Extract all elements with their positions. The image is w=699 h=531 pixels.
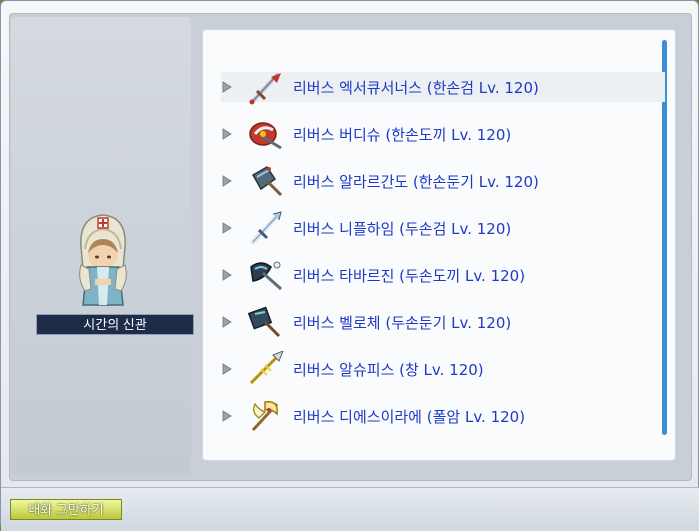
end-chat-button[interactable]: 대화 그만하기 — [10, 499, 122, 520]
option-row-reverse-diesirae[interactable]: 리버스 디에스이라에 (폴암 Lv. 120) — [221, 401, 665, 432]
bullet-arrow-icon — [221, 81, 233, 93]
bullet-arrow-icon — [221, 269, 233, 281]
bullet-arrow-icon — [221, 128, 233, 140]
dialog-footer: 대화 그만하기 — [1, 487, 699, 531]
option-label: 리버스 알라르간도 (한손둔기 Lv. 120) — [293, 172, 539, 191]
npc-sprite — [79, 214, 127, 306]
one-handed-blunt-icon — [251, 166, 283, 197]
bullet-arrow-icon — [221, 410, 233, 422]
option-row-reverse-allspice[interactable]: 리버스 알슈피스 (창 Lv. 120) — [221, 351, 665, 385]
npc-dialog-window: 시간의 신관 리버스 엑서큐서너스 (한손검 Lv. 120) 리버스 버디슈 … — [0, 0, 699, 531]
two-handed-sword-icon — [250, 211, 282, 245]
npc-name-plate: 시간의 신관 — [36, 314, 194, 335]
option-label: 리버스 벨로체 (두손둔기 Lv. 120) — [293, 313, 512, 332]
option-row-reverse-niflheim[interactable]: 리버스 니플하임 (두손검 Lv. 120) — [221, 211, 665, 245]
bullet-arrow-icon — [221, 175, 233, 187]
option-row-reverse-executioners[interactable]: 리버스 엑서큐서너스 (한손검 Lv. 120) — [221, 72, 665, 105]
two-handed-axe-icon — [250, 261, 282, 291]
option-label: 리버스 버디슈 (한손도끼 Lv. 120) — [293, 125, 512, 144]
option-label: 리버스 알슈피스 (창 Lv. 120) — [293, 360, 484, 379]
one-handed-sword-icon — [249, 73, 281, 105]
option-row-reverse-bardiche[interactable]: 리버스 버디슈 (한손도끼 Lv. 120) — [221, 119, 665, 150]
option-label: 리버스 니플하임 (두손검 Lv. 120) — [293, 219, 512, 238]
option-label: 리버스 타바르진 (두손도끼 Lv. 120) — [293, 266, 526, 285]
option-row-reverse-tabarzin[interactable]: 리버스 타바르진 (두손도끼 Lv. 120) — [221, 260, 665, 291]
npc-portrait-panel: 시간의 신관 — [11, 17, 194, 475]
two-handed-blunt-icon — [247, 306, 281, 338]
bullet-arrow-icon — [221, 316, 233, 328]
option-row-reverse-veloce[interactable]: 리버스 벨로체 (두손둔기 Lv. 120) — [221, 306, 665, 338]
option-list-panel: 리버스 엑서큐서너스 (한손검 Lv. 120) 리버스 버디슈 (한손도끼 L… — [202, 29, 676, 461]
bullet-arrow-icon — [221, 363, 233, 375]
bullet-arrow-icon — [221, 222, 233, 234]
spear-icon — [249, 351, 284, 385]
option-row-reverse-alargando[interactable]: 리버스 알라르간도 (한손둔기 Lv. 120) — [221, 166, 665, 197]
option-label: 리버스 디에스이라에 (폴암 Lv. 120) — [293, 407, 526, 426]
one-handed-axe-icon — [249, 122, 282, 150]
polearm-icon — [251, 401, 279, 432]
option-label: 리버스 엑서큐서너스 (한손검 Lv. 120) — [293, 78, 539, 97]
